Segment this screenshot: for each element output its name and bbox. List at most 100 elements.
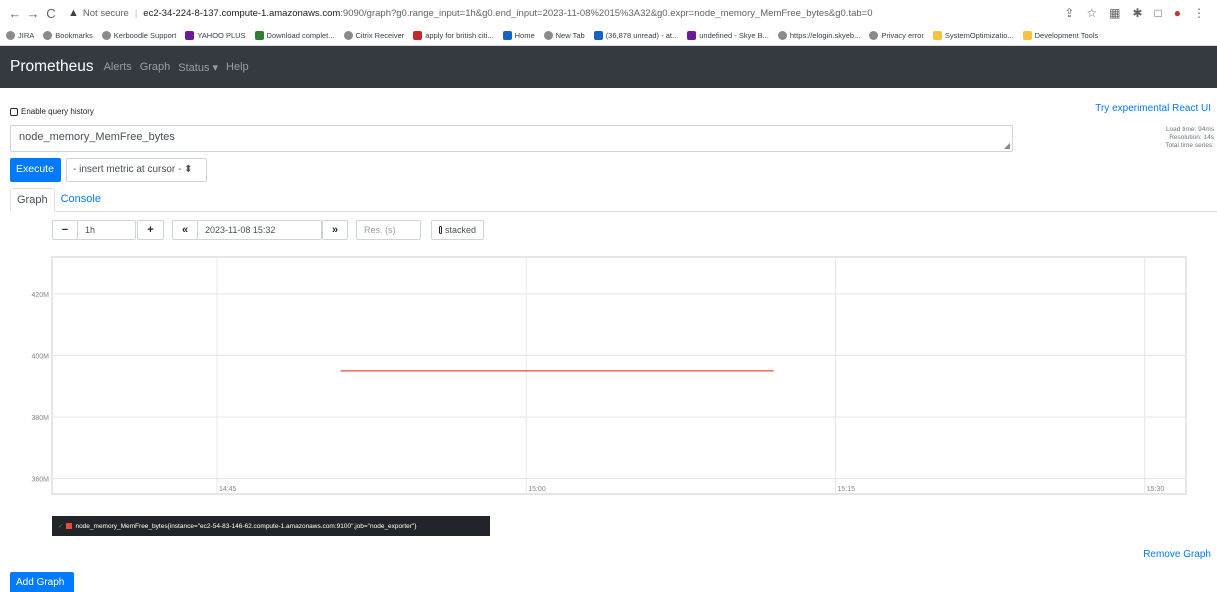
x-tick-label: 14:45 — [219, 486, 237, 493]
nav-help[interactable]: Help — [226, 61, 249, 73]
insert-metric-select[interactable]: - insert metric at cursor - ⬍ — [66, 158, 207, 182]
brand-logo[interactable]: Prometheus — [10, 58, 94, 76]
stacked-label: stacked — [444, 225, 476, 235]
nav-alerts[interactable]: Alerts — [104, 61, 132, 73]
load-time: Load time: 94ms — [1165, 126, 1214, 133]
bookmark-item[interactable]: (36,878 unread) - at... — [593, 31, 678, 40]
query-stats: Load time: 94ms Resolution: 14s Total ti… — [1158, 126, 1214, 150]
bookmarks-bar: JIRA Bookmarks Kerboodle Support YAHOO PLUS… — [0, 26, 1217, 46]
range-increase-button[interactable]: + — [137, 220, 164, 240]
plot-frame — [51, 256, 1187, 495]
resolution-input[interactable]: Res. (s) — [356, 220, 421, 240]
resize-handle-icon[interactable]: ◢ — [1004, 141, 1010, 150]
time-back-button[interactable]: « — [172, 220, 198, 240]
x-tick-label: 15:30 — [1147, 486, 1165, 493]
fast-forward-icon: » — [331, 224, 339, 236]
bookmark-item[interactable]: apply for british citi... — [413, 31, 494, 40]
url-separator: | — [134, 7, 138, 19]
legend-check-icon: ✓ — [58, 523, 64, 530]
bookmark-label: YAHOO PLUS — [197, 31, 246, 40]
end-time-input[interactable]: 2023-11-08 15:32 — [197, 220, 322, 240]
star-icon[interactable]: ☆ — [1086, 6, 1097, 20]
prometheus-navbar: Prometheus Alerts Graph Status ▾ Help — [0, 46, 1217, 88]
range-decrease-button[interactable]: − — [52, 220, 78, 240]
plus-icon: + — [147, 224, 154, 236]
bookmark-item[interactable]: Download complet... — [254, 31, 335, 40]
yahoo-icon — [185, 31, 195, 40]
folder-icon — [932, 31, 942, 40]
jira-icon — [6, 31, 15, 40]
bookmark-label: SystemOptimizatio... — [944, 31, 1014, 40]
bookmark-item[interactable]: New Tab — [543, 31, 585, 40]
browser-toolbar-icons: ⇪ ☆ ▦ ✱ □ ● ⋮ — [1064, 6, 1211, 20]
bookmark-item[interactable]: https://elogin.skyeb... — [777, 31, 861, 40]
stacked-toggle[interactable]: stacked — [431, 220, 484, 240]
bookmark-item[interactable]: SystemOptimizatio... — [932, 31, 1014, 40]
checkbox-icon[interactable] — [10, 107, 18, 116]
bookmark-item[interactable]: Privacy error — [869, 31, 924, 40]
legend-label: node_memory_MemFree_bytes{instance="ec2-… — [75, 522, 417, 530]
bookmark-label: Home — [514, 31, 535, 40]
extension-icon[interactable]: ▦ — [1109, 6, 1120, 20]
metric-select-label: - insert metric at cursor - — [73, 164, 182, 175]
react-ui-link[interactable]: Try experimental React UI — [1095, 103, 1211, 114]
google-icon — [413, 31, 423, 40]
line-chart[interactable]: 360M 380M 400M 420M 14:45 15:00 15:15 15:30 — [0, 256, 1217, 506]
page-icon — [687, 31, 697, 40]
range-value: 1h — [85, 225, 96, 235]
tab-console[interactable]: Console — [55, 188, 107, 211]
y-tick-label: 420M — [31, 292, 49, 299]
puzzle-icon[interactable]: ✱ — [1132, 6, 1142, 20]
bookmark-item[interactable]: undefined - Skye B... — [687, 31, 769, 40]
resolution-placeholder: Res. (s) — [364, 225, 396, 235]
query-history-toggle[interactable]: Enable query history — [10, 107, 94, 116]
bookmark-item[interactable]: Kerboodle Support — [101, 31, 176, 40]
forward-icon[interactable]: → — [24, 6, 42, 21]
stacked-checkbox-icon[interactable] — [439, 226, 442, 234]
execute-button[interactable]: Execute — [10, 158, 61, 182]
bookmark-item[interactable]: Development Tools — [1022, 31, 1099, 40]
url-field[interactable]: ▲ Not secure | ec2-34-224-8-137.compute-… — [68, 7, 1064, 19]
bookmark-item[interactable]: Home — [502, 31, 535, 40]
add-graph-button[interactable]: Add Graph — [10, 572, 74, 592]
bookmark-label: apply for british citi... — [425, 31, 494, 40]
tab-graph[interactable]: Graph — [10, 188, 55, 212]
y-tick-label: 380M — [31, 415, 49, 422]
bookmark-label: Download complet... — [266, 31, 335, 40]
download-icon — [254, 31, 264, 40]
bookmark-label: undefined - Skye B... — [699, 31, 769, 40]
menu-icon[interactable]: ⋮ — [1193, 6, 1205, 20]
bookmark-item[interactable]: Citrix Receiver — [343, 31, 404, 40]
bookmark-label: JIRA — [18, 31, 35, 40]
bookmark-label: Development Tools — [1034, 31, 1099, 40]
mail-icon — [593, 31, 603, 40]
bookmark-item[interactable]: YAHOO PLUS — [185, 31, 246, 40]
folder-icon — [1022, 31, 1032, 40]
bookmark-item[interactable]: JIRA — [6, 31, 34, 40]
remove-graph-link[interactable]: Remove Graph — [1143, 549, 1211, 560]
legend-swatch[interactable] — [66, 523, 73, 529]
bookmark-label: https://elogin.skyeb... — [789, 31, 861, 40]
profile-icon[interactable]: ● — [1174, 6, 1181, 20]
window-icon[interactable]: □ — [1155, 6, 1162, 20]
main-content: Enable query history Try experimental Re… — [0, 88, 1217, 592]
graph-area[interactable]: 360M 380M 400M 420M 14:45 15:00 15:15 15:30 — [0, 256, 1217, 506]
minus-icon: − — [61, 224, 69, 236]
reload-icon[interactable]: C — [42, 6, 60, 21]
total-series: Total time series: — [1165, 142, 1214, 149]
url-host: ec2-34-224-8-137.compute-1.amazonaws.com — [143, 7, 341, 19]
nav-status[interactable]: Status ▾ — [178, 61, 218, 74]
back-icon[interactable]: ← — [6, 6, 24, 21]
time-forward-button[interactable]: » — [322, 220, 348, 240]
range-input[interactable]: 1h — [77, 220, 136, 240]
globe-icon — [777, 31, 787, 40]
share-icon[interactable]: ⇪ — [1064, 6, 1074, 20]
bookmark-item[interactable]: Bookmarks — [43, 31, 93, 40]
url-path: :9090/graph?g0.range_input=1h&g0.end_inp… — [340, 7, 873, 19]
graph-legend: ✓ node_memory_MemFree_bytes{instance="ec… — [52, 516, 490, 536]
expression-input[interactable]: node_memory_MemFree_bytes ◢ — [10, 125, 1013, 152]
globe-icon — [101, 31, 111, 40]
y-tick-label: 400M — [31, 353, 49, 360]
nav-graph[interactable]: Graph — [140, 61, 171, 73]
resolution: Resolution: 14s — [1169, 134, 1214, 141]
